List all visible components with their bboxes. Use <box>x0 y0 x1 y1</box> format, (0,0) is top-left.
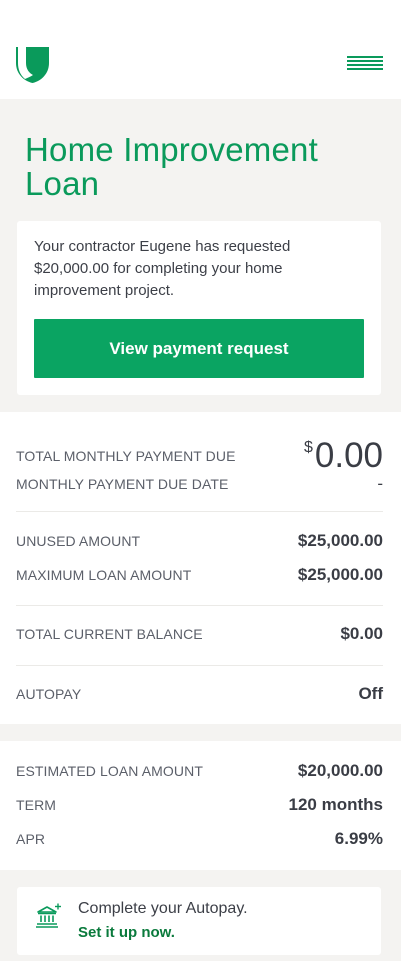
loan-estimate-section: ESTIMATED LOAN AMOUNT $20,000.00 TERM 12… <box>0 741 401 870</box>
max-loan-value: $25,000.00 <box>297 565 383 584</box>
due-date-value: - <box>377 474 383 493</box>
estimated-amount-label: ESTIMATED LOAN AMOUNT <box>16 763 203 779</box>
hamburger-menu-icon[interactable] <box>347 56 383 72</box>
estimated-amount-row: ESTIMATED LOAN AMOUNT $20,000.00 <box>16 759 383 783</box>
term-value: 120 months <box>288 795 383 814</box>
term-row: TERM 120 months <box>16 793 383 817</box>
set-up-autopay-link[interactable]: Set it up now. <box>78 924 175 941</box>
autopay-prompt-card[interactable]: Complete your Autopay. Set it up now. <box>17 887 381 955</box>
amount-number: 0.00 <box>314 436 383 475</box>
unused-amount-value: $25,000.00 <box>297 531 383 550</box>
bank-plus-icon <box>36 903 61 928</box>
loan-summary-section: TOTAL MONTHLY PAYMENT DUE $ 0.00 MONTHLY… <box>0 412 401 724</box>
page-title: Home Improvement Loan <box>25 131 318 202</box>
autopay-row: AUTOPAY Off <box>16 682 383 706</box>
max-loan-label: MAXIMUM LOAN AMOUNT <box>16 567 192 583</box>
estimated-amount-value: $20,000.00 <box>297 761 383 780</box>
apr-value: 6.99% <box>334 829 383 848</box>
due-date-label: MONTHLY PAYMENT DUE DATE <box>16 476 229 492</box>
autopay-value: Off <box>358 684 383 703</box>
view-payment-request-button[interactable]: View payment request <box>34 319 364 378</box>
unused-amount-row: UNUSED AMOUNT $25,000.00 <box>16 529 383 553</box>
currency-symbol: $ <box>303 439 313 456</box>
autopay-prompt-text: Complete your Autopay. <box>78 900 248 917</box>
balance-row: TOTAL CURRENT BALANCE $0.00 <box>16 622 383 646</box>
autopay-label: AUTOPAY <box>16 686 82 702</box>
payment-request-card: Your contractor Eugene has requested $20… <box>17 221 381 395</box>
apr-row: APR 6.99% <box>16 827 383 851</box>
divider <box>16 605 383 606</box>
total-monthly-payment-value: $ 0.00 <box>304 438 383 474</box>
divider <box>16 665 383 666</box>
top-header <box>0 0 401 99</box>
due-date-row: MONTHLY PAYMENT DUE DATE - <box>16 472 383 496</box>
term-label: TERM <box>16 797 57 813</box>
apr-label: APR <box>16 831 46 847</box>
balance-value: $0.00 <box>340 624 383 643</box>
unused-amount-label: UNUSED AMOUNT <box>16 533 141 549</box>
max-loan-row: MAXIMUM LOAN AMOUNT $25,000.00 <box>16 563 383 587</box>
request-message: Your contractor Eugene has requested $20… <box>34 238 291 299</box>
divider <box>16 511 383 512</box>
total-monthly-payment-row: TOTAL MONTHLY PAYMENT DUE $ 0.00 <box>16 436 383 476</box>
shield-logo-icon[interactable] <box>16 47 49 83</box>
total-monthly-payment-label: TOTAL MONTHLY PAYMENT DUE <box>16 448 236 464</box>
balance-label: TOTAL CURRENT BALANCE <box>16 626 203 642</box>
